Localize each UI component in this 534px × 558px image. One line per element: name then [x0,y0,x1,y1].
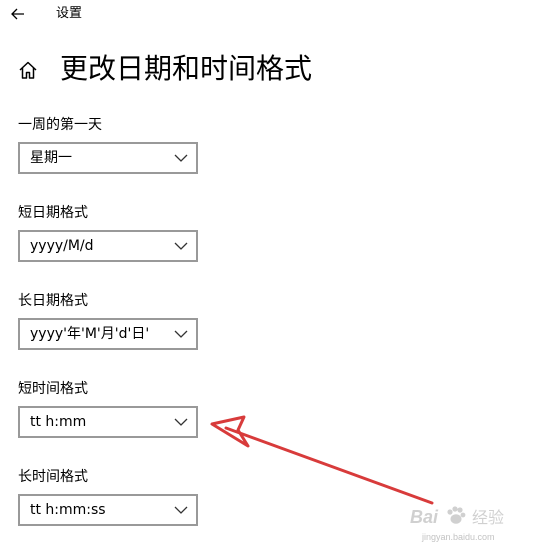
chevron-down-icon [174,242,188,250]
long-time-format-value: tt h:mm:ss [30,502,106,518]
watermark: Bai 经验 jingyan.baidu.com [408,500,528,550]
back-button[interactable] [6,2,30,26]
short-time-format-dropdown[interactable]: tt h:mm [18,406,198,438]
home-button[interactable] [16,58,40,82]
paw-icon [447,506,466,524]
watermark-product: 经验 [472,508,505,527]
chevron-down-icon [174,330,188,338]
title-bar: 设置 [0,0,534,30]
chevron-down-icon [174,418,188,426]
watermark-brand: Bai [410,507,439,527]
short-date-format-label: 短日期格式 [18,205,88,221]
short-time-format-value: tt h:mm [30,414,87,430]
short-time-format-label: 短时间格式 [18,381,88,397]
first-day-of-week-dropdown[interactable]: 星期一 [18,142,198,174]
page-title: 更改日期和时间格式 [60,52,313,85]
long-date-format-dropdown[interactable]: yyyy'年'M'月'd'日' [18,318,198,350]
watermark-url: jingyan.baidu.com [422,532,495,542]
long-time-format-dropdown[interactable]: tt h:mm:ss [18,494,198,526]
short-date-format-value: yyyy/M/d [30,238,94,254]
first-day-of-week-label: 一周的第一天 [18,117,102,133]
chevron-down-icon [174,154,188,162]
long-date-format-value: yyyy'年'M'月'd'日' [30,326,150,342]
first-day-of-week-value: 星期一 [30,150,72,166]
long-date-format-label: 长日期格式 [18,293,88,309]
window-title: 设置 [56,6,83,21]
home-icon [19,61,37,79]
short-date-format-dropdown[interactable]: yyyy/M/d [18,230,198,262]
long-time-format-label: 长时间格式 [18,469,88,485]
chevron-down-icon [174,506,188,514]
back-arrow-icon [11,8,24,20]
